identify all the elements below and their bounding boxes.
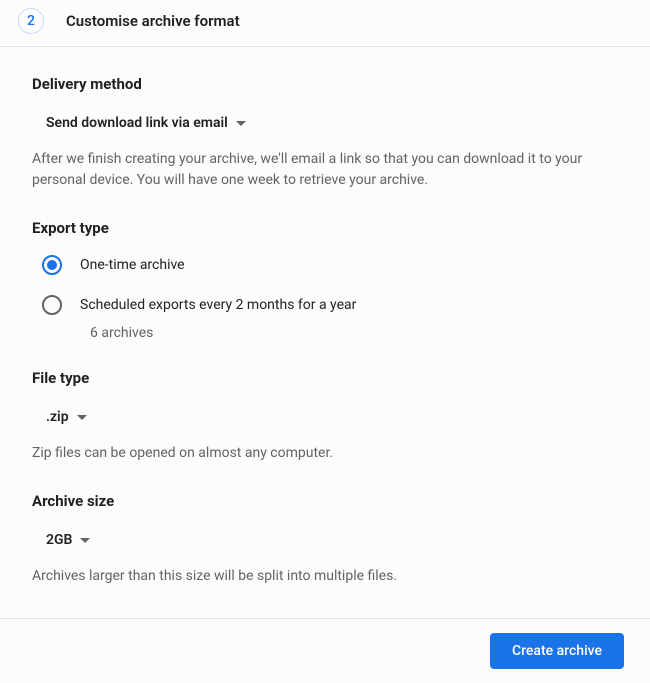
- export-type-heading: Export type: [32, 219, 618, 237]
- file-type-section: File type .zip Zip files can be opened o…: [32, 369, 618, 464]
- footer-bar: Create archive: [0, 618, 650, 683]
- file-type-dropdown[interactable]: .zip: [32, 405, 87, 429]
- file-type-selected: .zip: [46, 409, 69, 425]
- radio-scheduled-exports[interactable]: Scheduled exports every 2 months for a y…: [42, 295, 618, 315]
- delivery-method-section: Delivery method Send download link via e…: [32, 75, 618, 191]
- step-number-badge: 2: [18, 8, 44, 34]
- chevron-down-icon: [236, 121, 246, 126]
- delivery-method-dropdown[interactable]: Send download link via email: [32, 111, 246, 135]
- radio-label: Scheduled exports every 2 months for a y…: [80, 297, 356, 313]
- delivery-method-selected: Send download link via email: [46, 115, 228, 131]
- step-header: 2 Customise archive format: [0, 0, 650, 47]
- file-type-heading: File type: [32, 369, 618, 387]
- export-type-section: Export type One-time archive Scheduled e…: [32, 219, 618, 341]
- radio-label: One-time archive: [80, 257, 185, 273]
- archive-size-dropdown[interactable]: 2GB: [32, 528, 90, 552]
- delivery-method-description: After we finish creating your archive, w…: [32, 149, 618, 191]
- chevron-down-icon: [80, 538, 90, 543]
- delivery-method-heading: Delivery method: [32, 75, 618, 93]
- archive-size-description: Archives larger than this size will be s…: [32, 566, 618, 587]
- radio-one-time-archive[interactable]: One-time archive: [42, 255, 618, 275]
- radio-sublabel: 6 archives: [90, 325, 618, 341]
- radio-button-icon: [42, 255, 62, 275]
- export-type-radio-group: One-time archive Scheduled exports every…: [32, 255, 618, 341]
- create-archive-button[interactable]: Create archive: [490, 633, 624, 669]
- archive-size-heading: Archive size: [32, 492, 618, 510]
- page-title: Customise archive format: [66, 12, 240, 30]
- main-content: Delivery method Send download link via e…: [0, 47, 650, 587]
- radio-button-icon: [42, 295, 62, 315]
- archive-size-selected: 2GB: [46, 532, 72, 548]
- file-type-description: Zip files can be opened on almost any co…: [32, 443, 618, 464]
- archive-size-section: Archive size 2GB Archives larger than th…: [32, 492, 618, 587]
- chevron-down-icon: [77, 415, 87, 420]
